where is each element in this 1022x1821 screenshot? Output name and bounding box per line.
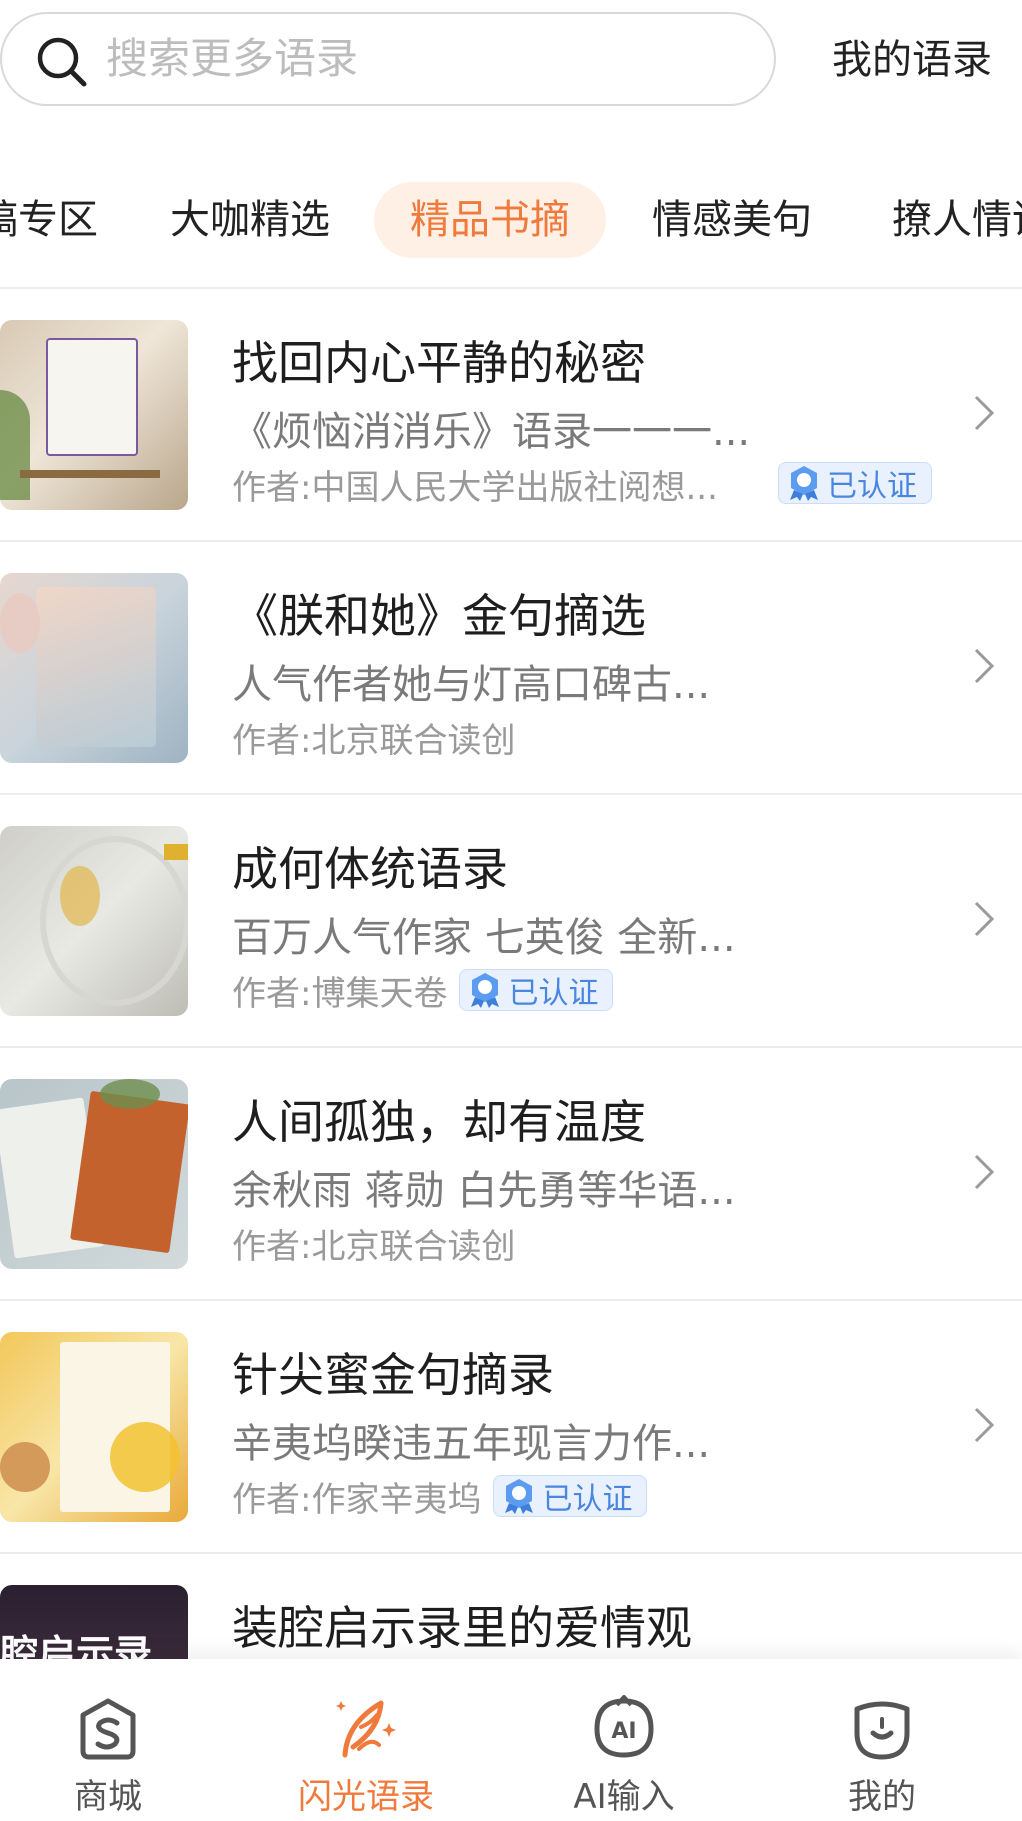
item-title: 针尖蜜金句摘录 (232, 1348, 554, 1402)
verified-medal-icon (790, 466, 818, 501)
tab-book-excerpts[interactable]: 精品书摘 (374, 182, 606, 258)
list-item[interactable]: 针尖蜜金句摘录 辛夷坞暌违五年现言力作... 作者:作家辛夷坞 已认证 (0, 1301, 1022, 1554)
ai-input-icon: AI (594, 1695, 654, 1758)
book-cover (0, 573, 188, 763)
item-author: 作者:北京联合读创 (232, 1226, 516, 1267)
book-cover (0, 320, 188, 510)
nav-label-ai-input: AI输入 (573, 1777, 675, 1817)
item-subtitle: 百万人气作家 七英俊 全新... (232, 915, 736, 961)
tab-manuscript-zone[interactable]: 稿专区 (0, 182, 98, 258)
bottom-nav: 商城 闪光语录 AI AI输入 我的 (0, 1659, 1022, 1821)
list-item[interactable]: 《朕和她》金句摘选 人气作者她与灯高口碑古... 作者:北京联合读创 (0, 542, 1022, 795)
chevron-right-icon (974, 648, 995, 684)
author-row: 作者:中国人民大学出版社阅想... (232, 461, 718, 508)
list-item[interactable]: 成何体统语录 百万人气作家 七英俊 全新... 作者:博集天卷 已认证 (0, 795, 1022, 1048)
tab-flirty-lines[interactable]: 撩人情话 (892, 182, 1022, 258)
item-subtitle: 余秋雨 蒋勋 白先勇等华语... (232, 1168, 736, 1214)
item-author: 作者:博集天卷 (232, 973, 448, 1014)
verified-badge: 已认证 (493, 1475, 648, 1517)
shop-icon (80, 1698, 136, 1760)
item-title: 人间孤独，却有温度 (232, 1095, 646, 1149)
book-cover (0, 1079, 188, 1269)
nav-item-quotes[interactable]: 闪光语录 (238, 1659, 494, 1821)
item-title: 找回内心平静的秘密 (232, 336, 646, 390)
category-tabs: 稿专区 大咖精选 精品书摘 情感美句 撩人情话 (0, 182, 1022, 262)
quote-feather-icon (336, 1700, 396, 1758)
tab-emotional-quotes[interactable]: 情感美句 (652, 182, 812, 258)
chevron-right-icon (974, 395, 995, 431)
verified-badge: 已认证 (459, 969, 614, 1011)
nav-label-shop: 商城 (74, 1777, 142, 1817)
verified-medal-icon (505, 1479, 534, 1514)
verified-medal-icon (471, 973, 500, 1008)
verified-label: 已认证 (827, 469, 917, 504)
profile-icon (854, 1701, 910, 1760)
item-subtitle: 《烦恼消消乐》语录一一一... (232, 409, 751, 455)
author-row: 作者:北京联合读创 (232, 714, 516, 761)
item-title: 成何体统语录 (232, 842, 508, 896)
author-row: 作者:作家辛夷坞 已认证 (232, 1473, 648, 1520)
nav-label-profile: 我的 (848, 1777, 916, 1817)
list-item[interactable]: 人间孤独，却有温度 余秋雨 蒋勋 白先勇等华语... 作者:北京联合读创 (0, 1048, 1022, 1301)
book-cover (0, 1332, 188, 1522)
nav-item-shop[interactable]: 商城 (0, 1659, 236, 1821)
author-row: 作者:博集天卷 已认证 (232, 967, 614, 1014)
item-subtitle: 辛夷坞暌违五年现言力作... (232, 1421, 711, 1467)
book-cover: 腔启示录 (0, 1585, 188, 1659)
list-item[interactable]: 腔启示录 装腔启示录里的爱情观 (0, 1554, 1022, 1659)
tab-expert-picks[interactable]: 大咖精选 (170, 182, 330, 258)
svg-text:AI: AI (611, 1719, 636, 1744)
author-row: 作者:北京联合读创 (232, 1220, 516, 1267)
nav-item-profile[interactable]: 我的 (754, 1659, 1010, 1821)
verified-label: 已认证 (508, 976, 599, 1011)
quote-list: 找回内心平静的秘密 《烦恼消消乐》语录一一一... 作者:中国人民大学出版社阅想… (0, 289, 1022, 1659)
chevron-right-icon (974, 1407, 995, 1443)
nav-item-ai-input[interactable]: AI AI输入 (496, 1659, 752, 1821)
header: 搜索更多语录 我的语录 (0, 0, 1022, 130)
search-icon (37, 37, 87, 87)
my-quotes-link[interactable]: 我的语录 (832, 22, 992, 98)
list-item[interactable]: 找回内心平静的秘密 《烦恼消消乐》语录一一一... 作者:中国人民大学出版社阅想… (0, 289, 1022, 542)
item-subtitle: 人气作者她与灯高口碑古... (232, 662, 711, 708)
search-input[interactable]: 搜索更多语录 (0, 12, 776, 106)
item-author: 作者:北京联合读创 (232, 720, 516, 761)
nav-label-quotes: 闪光语录 (298, 1777, 434, 1817)
item-author: 作者:中国人民大学出版社阅想... (232, 467, 718, 508)
chevron-right-icon (974, 1154, 995, 1190)
search-placeholder: 搜索更多语录 (106, 34, 359, 83)
item-title: 装腔启示录里的爱情观 (232, 1601, 692, 1655)
item-title: 《朕和她》金句摘选 (232, 589, 646, 643)
verified-label: 已认证 (542, 1482, 633, 1517)
chevron-right-icon (974, 901, 995, 937)
verified-badge: 已认证 (778, 462, 932, 504)
book-cover (0, 826, 188, 1016)
item-author: 作者:作家辛夷坞 (232, 1479, 482, 1520)
cover-title-text: 腔启示录 (0, 1632, 153, 1659)
